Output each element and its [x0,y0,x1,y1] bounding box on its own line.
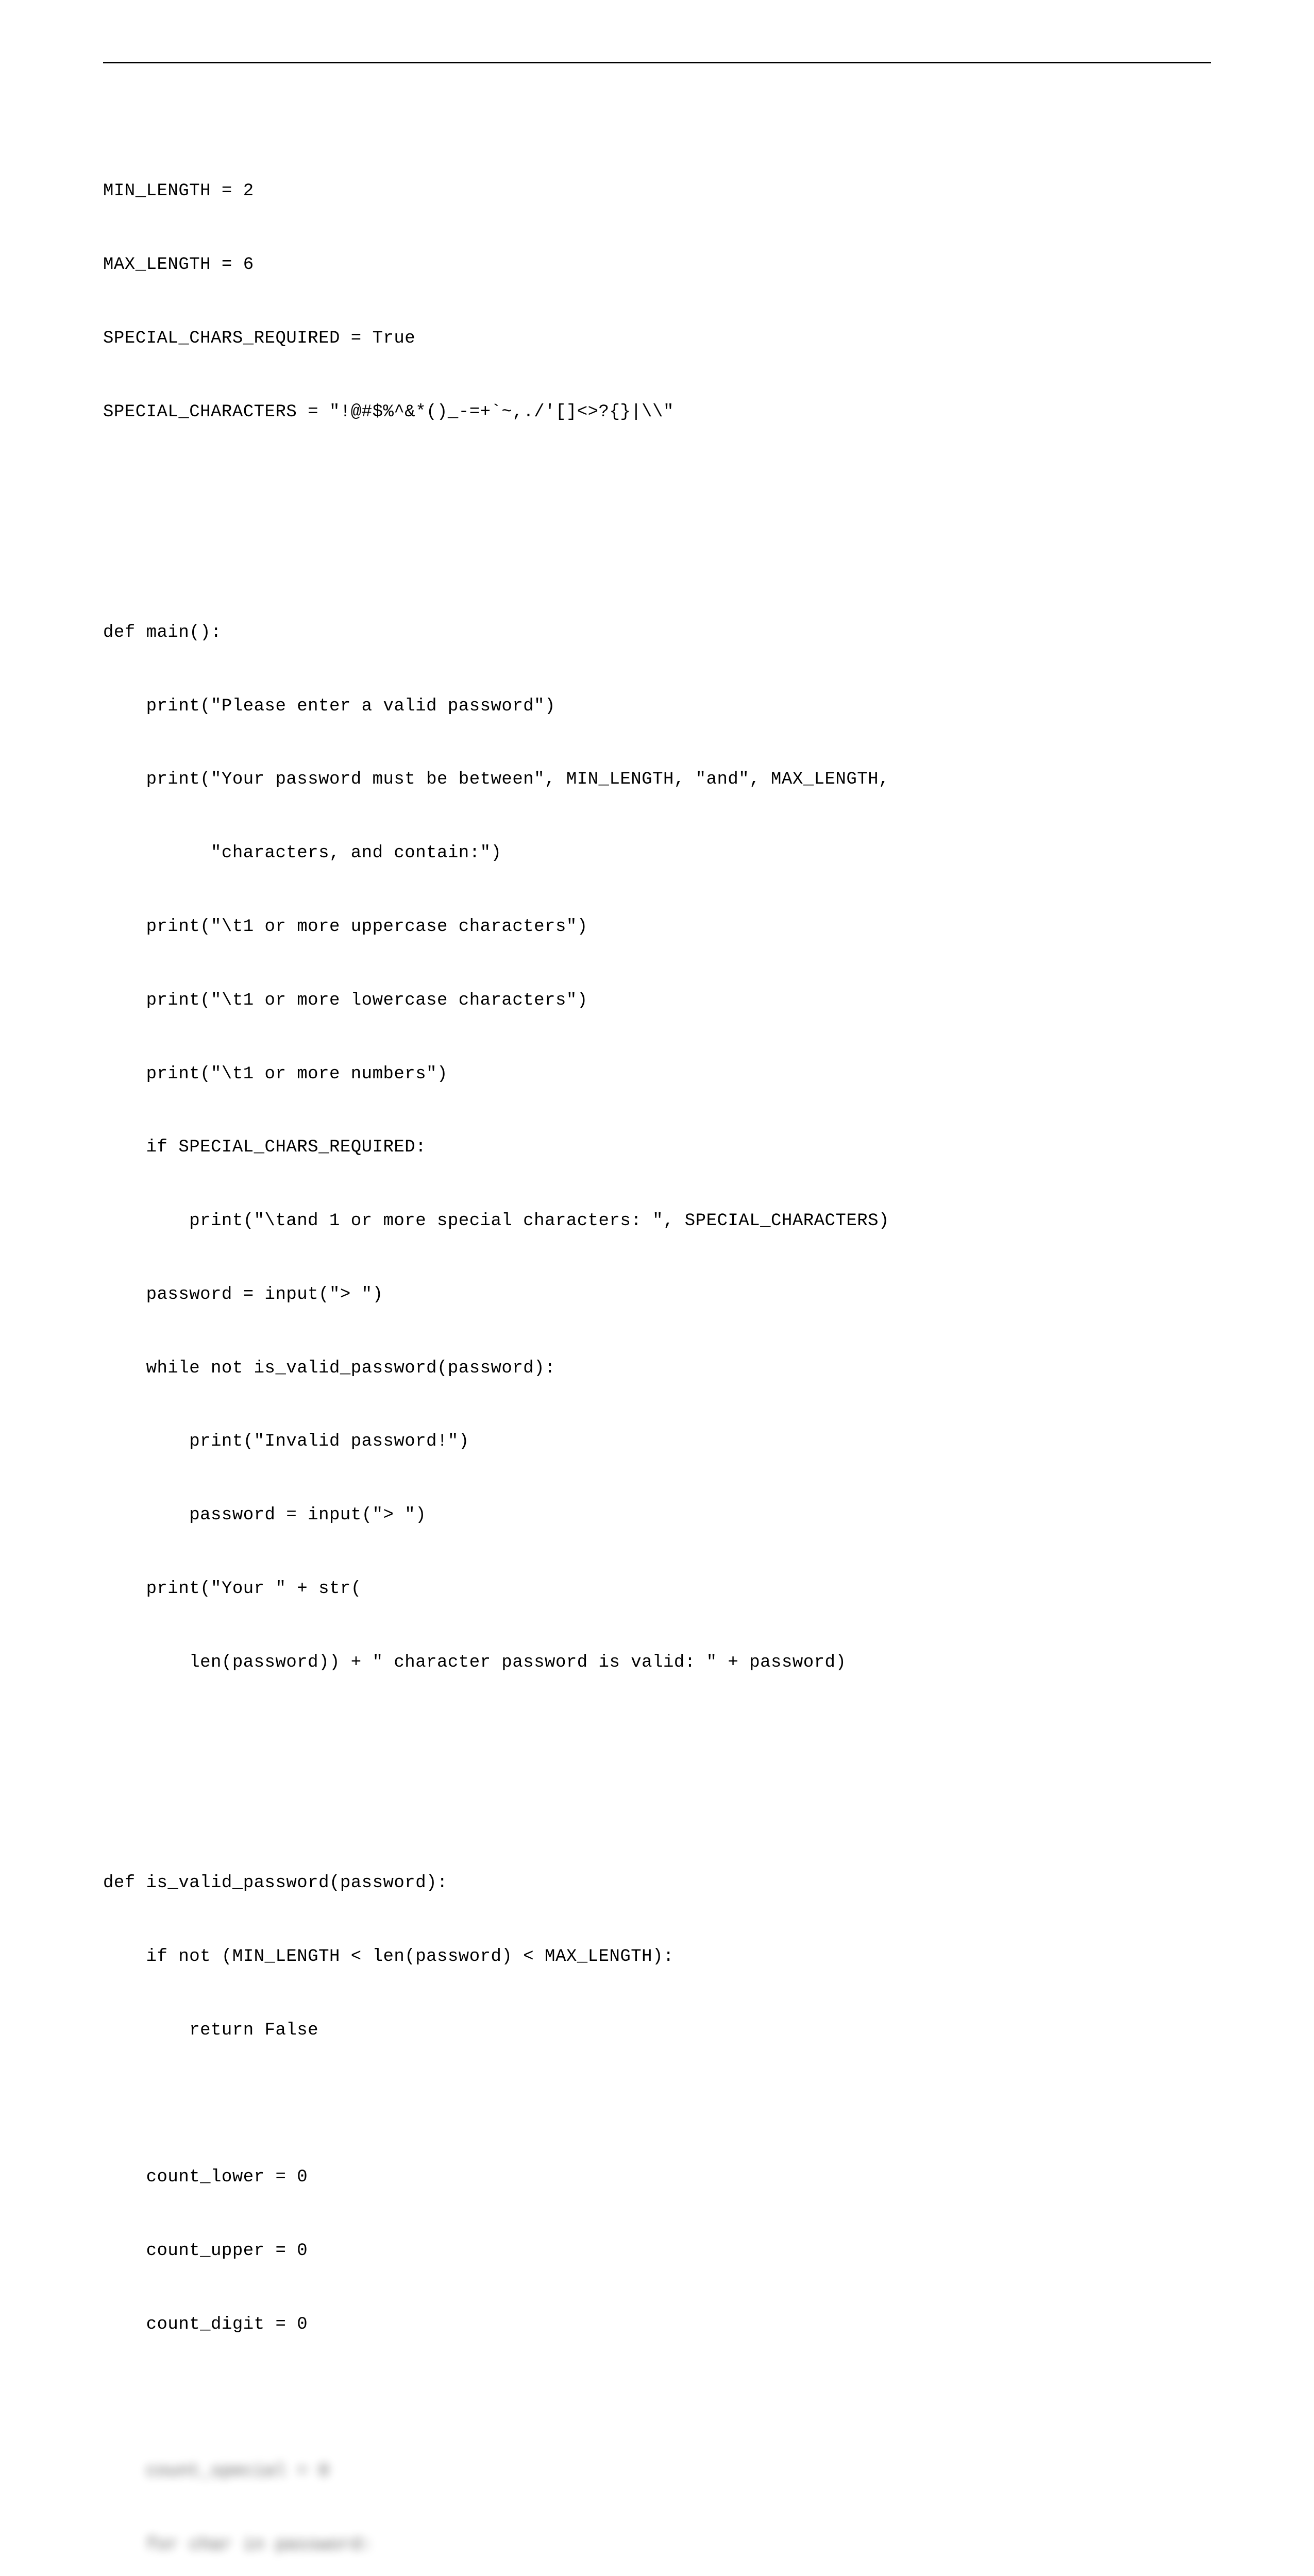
code-line [103,1798,1211,1822]
code-line: if not (MIN_LENGTH < len(password) < MAX… [103,1945,1211,1970]
code-line [103,2092,1211,2117]
code-line: def main(): [103,621,1211,646]
code-line [103,473,1211,498]
code-line: while not is_valid_password(password): [103,1357,1211,1381]
code-line: count_digit = 0 [103,2313,1211,2337]
code-line: count_lower = 0 [103,2165,1211,2190]
code-line: print("\t1 or more lowercase characters"… [103,989,1211,1013]
header-rule [103,62,1211,63]
code-line: password = input("> ") [103,1283,1211,1308]
code-line: count_upper = 0 [103,2239,1211,2264]
code-line: len(password)) + " character password is… [103,1651,1211,1675]
blurred-code-section: count_special = 0 for char in password: … [103,2411,1211,2576]
blurred-code-line: for char in password: [103,2533,1211,2558]
code-line: print("\t1 or more uppercase characters"… [103,915,1211,940]
code-line: print("Your password must be between", M… [103,768,1211,792]
page-container: MIN_LENGTH = 2 MAX_LENGTH = 6 SPECIAL_CH… [0,0,1314,2576]
code-line: password = input("> ") [103,1503,1211,1528]
blurred-code-line: count_special = 0 [103,2460,1211,2484]
code-line: print("Please enter a valid password") [103,694,1211,719]
code-line [103,1724,1211,1749]
code-block: MIN_LENGTH = 2 MAX_LENGTH = 6 SPECIAL_CH… [103,130,1211,2576]
code-line: print("\tand 1 or more special character… [103,1209,1211,1234]
code-line [103,547,1211,572]
code-line: print("\t1 or more numbers") [103,1062,1211,1087]
code-line: if SPECIAL_CHARS_REQUIRED: [103,1136,1211,1160]
code-line: SPECIAL_CHARS_REQUIRED = True [103,327,1211,351]
code-line: return False [103,2019,1211,2043]
code-line: print("Invalid password!") [103,1430,1211,1454]
code-line: MIN_LENGTH = 2 [103,179,1211,204]
code-line: "characters, and contain:") [103,841,1211,866]
code-line: MAX_LENGTH = 6 [103,253,1211,278]
code-line: print("Your " + str( [103,1577,1211,1602]
code-line: SPECIAL_CHARACTERS = "!@#$%^&*()_-=+`~,.… [103,400,1211,425]
code-line: def is_valid_password(password): [103,1871,1211,1896]
